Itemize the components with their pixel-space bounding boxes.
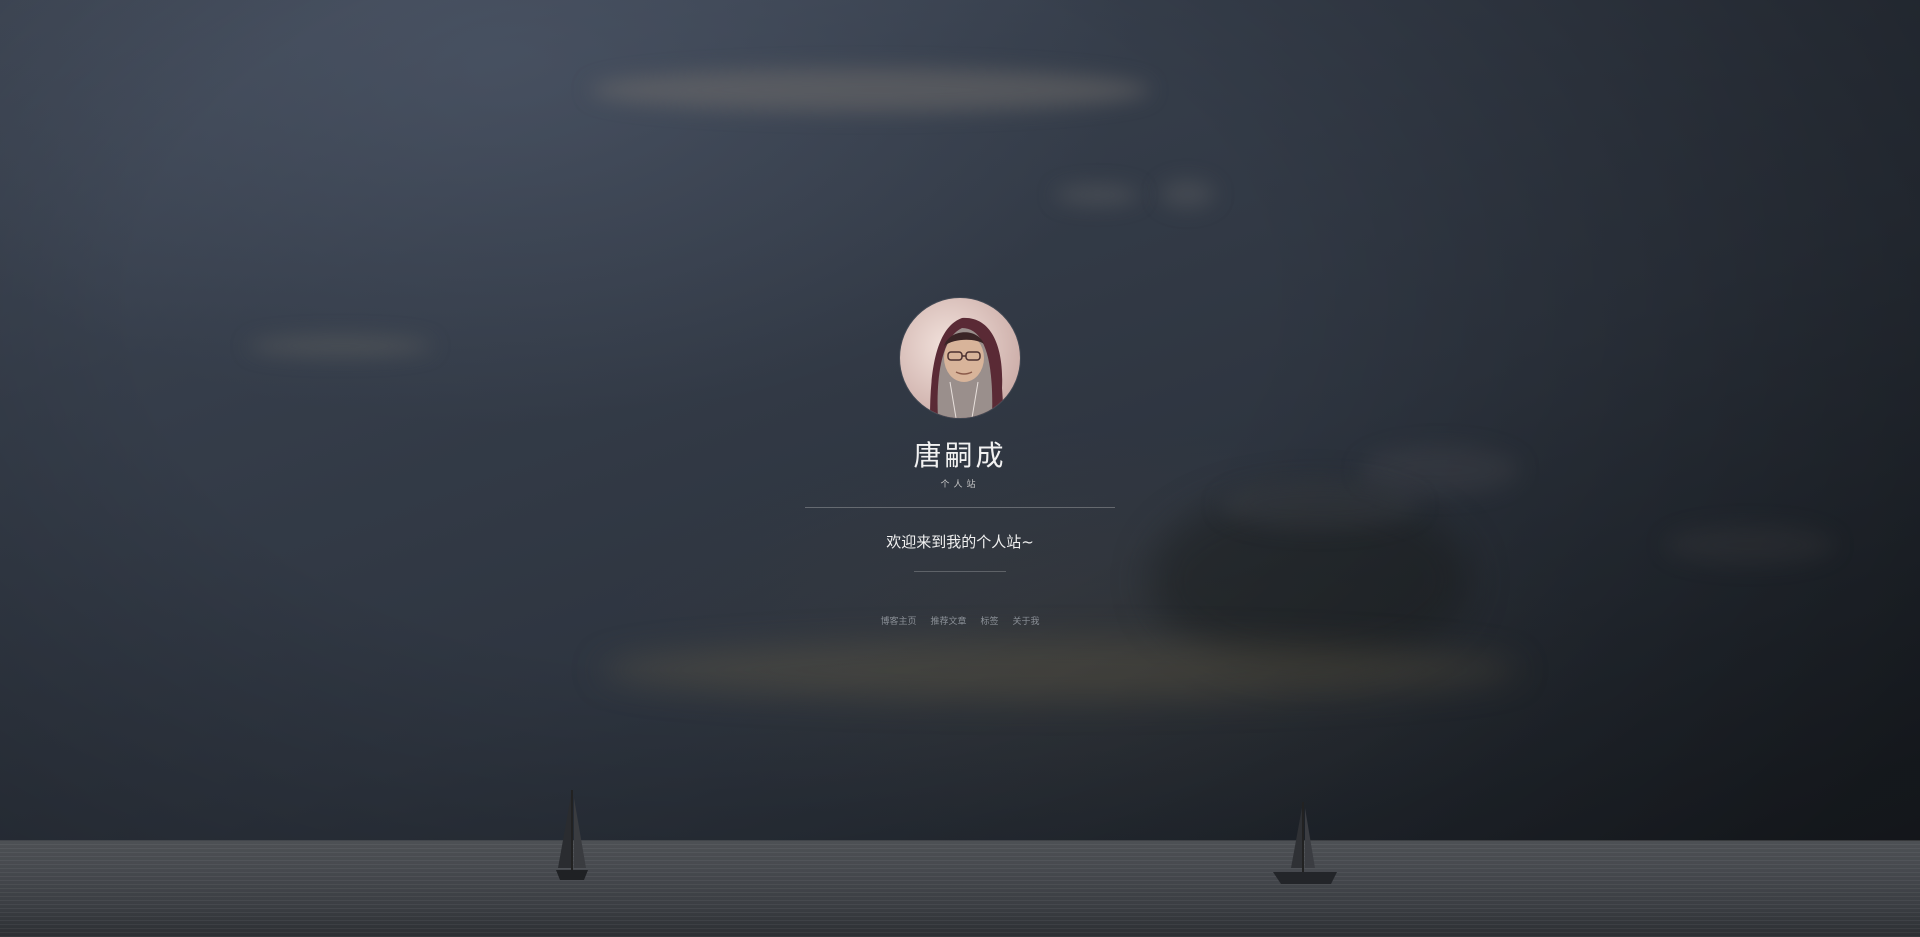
nav-link-about[interactable]: 关于我 (1013, 614, 1040, 627)
divider (805, 507, 1115, 508)
avatar[interactable] (900, 298, 1020, 418)
landing-page: 唐嗣成 个人站 欢迎来到我的个人站~ 博客主页 推荐文章 标签 关于我 (0, 0, 1920, 937)
nav-link-tags[interactable]: 标签 (981, 614, 999, 627)
site-owner-name: 唐嗣成 (913, 439, 1007, 472)
sea (0, 841, 1920, 937)
site-subtitle: 个人站 (940, 480, 980, 490)
nav-link-blog-home[interactable]: 博客主页 (880, 614, 916, 627)
sailboat-icon (556, 790, 588, 880)
welcome-message: 欢迎来到我的个人站~ (886, 533, 1034, 551)
divider (914, 571, 1006, 572)
nav-link-recommended[interactable]: 推荐文章 (930, 614, 966, 627)
avatar-photo (900, 298, 1020, 418)
main-nav: 博客主页 推荐文章 标签 关于我 (760, 614, 1160, 627)
sailboat-icon (1273, 802, 1337, 884)
